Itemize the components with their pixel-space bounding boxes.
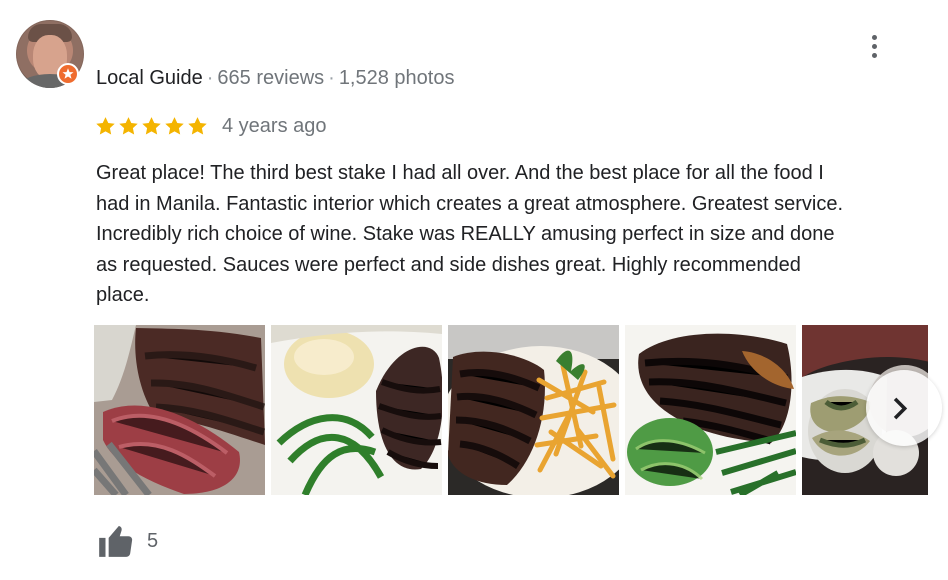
review-text: Great place! The third best stake I had … xyxy=(96,162,844,306)
meta-separator: · xyxy=(328,67,335,89)
reviewer-meta: Local Guide · 665 reviews · 1,528 photos xyxy=(96,66,454,90)
star-icon xyxy=(188,116,207,135)
badge-star-icon xyxy=(62,68,74,79)
chevron-right-icon xyxy=(893,397,908,419)
photo-steak-spinach[interactable] xyxy=(625,325,796,495)
local-guide-badge-icon xyxy=(57,63,79,85)
more-dot xyxy=(871,34,877,40)
star-icon xyxy=(119,116,138,135)
next-photos-button[interactable] xyxy=(866,370,942,446)
photo-count: 1,528 photos xyxy=(338,67,455,89)
five-star-rating xyxy=(94,115,209,138)
photo-steak-fries[interactable] xyxy=(448,325,619,495)
rating-row: 4 years ago xyxy=(94,112,327,140)
steak-mashed-potatoes-photo-icon xyxy=(271,325,442,495)
photo-steak-potatoes[interactable] xyxy=(271,325,442,495)
thumb-up-icon xyxy=(99,525,133,557)
like-count: 5 xyxy=(147,529,159,552)
more-dot xyxy=(871,52,877,58)
local-guide-label[interactable]: Local Guide xyxy=(96,67,203,89)
review-photo-strip xyxy=(94,325,928,495)
photo-steak[interactable] xyxy=(94,325,265,495)
more-dot xyxy=(871,43,877,49)
review-count: 665 reviews xyxy=(217,67,325,89)
steak-fries-photo-icon xyxy=(448,325,619,495)
star-icon xyxy=(165,116,184,135)
review-time: 4 years ago xyxy=(222,115,327,137)
like-button[interactable]: 5 xyxy=(96,521,158,561)
steak-photo-icon xyxy=(94,325,265,495)
steak-spinach-photo-icon xyxy=(625,325,796,495)
more-options-icon[interactable] xyxy=(864,31,884,61)
star-icon xyxy=(142,116,161,135)
meta-separator: · xyxy=(206,67,214,89)
star-icon xyxy=(96,116,115,135)
